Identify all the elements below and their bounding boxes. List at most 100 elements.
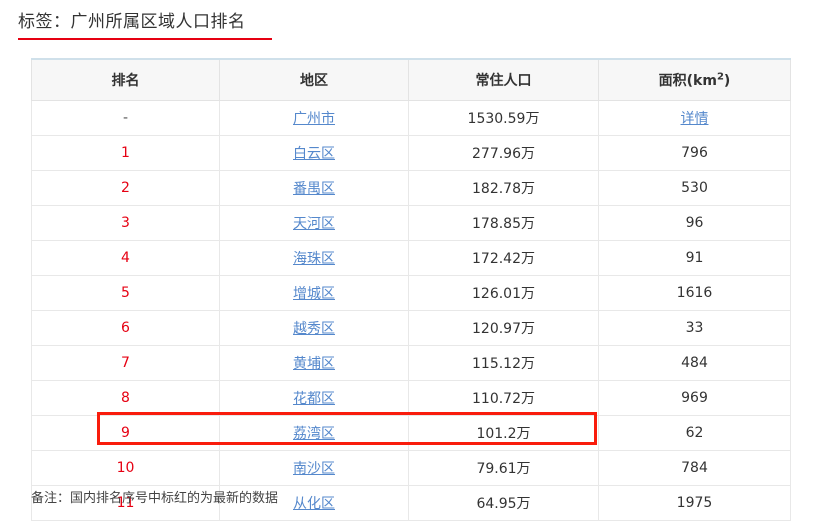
cell-size: 33 xyxy=(598,310,791,346)
cell-population: 120.97万 xyxy=(408,310,599,346)
column-header-size: 面积(km2) xyxy=(598,59,791,101)
column-header-size-tail: ) xyxy=(723,73,731,89)
table-row: 1 白云区 277.96万 796 xyxy=(31,135,791,171)
table-row: 10 南沙区 79.61万 784 xyxy=(31,450,791,486)
population-value: 277.96万 xyxy=(472,146,535,162)
cell-area: 广州市 xyxy=(219,100,409,136)
rank-value: 9 xyxy=(121,425,130,441)
table-row: 3 天河区 178.85万 96 xyxy=(31,205,791,241)
rank-value: 2 xyxy=(121,180,130,196)
cell-rank: 1 xyxy=(31,135,220,171)
column-header-rank: 排名 xyxy=(31,59,220,101)
size-detail-link[interactable]: 详情 xyxy=(681,111,709,127)
size-value: 530 xyxy=(681,180,708,196)
population-value: 126.01万 xyxy=(472,286,535,302)
size-value: 796 xyxy=(681,145,708,161)
area-link[interactable]: 南沙区 xyxy=(293,461,335,477)
cell-population: 182.78万 xyxy=(408,170,599,206)
cell-area: 南沙区 xyxy=(219,450,409,486)
cell-population: 172.42万 xyxy=(408,240,599,276)
area-link[interactable]: 黄埔区 xyxy=(293,356,335,372)
cell-rank: 2 xyxy=(31,170,220,206)
table-row: 2 番禺区 182.78万 530 xyxy=(31,170,791,206)
cell-rank: 9 xyxy=(31,415,220,451)
cell-population: 79.61万 xyxy=(408,450,599,486)
area-link[interactable]: 海珠区 xyxy=(293,251,335,267)
table-row: 9 荔湾区 101.2万 62 xyxy=(31,415,791,451)
table-row: 8 花都区 110.72万 969 xyxy=(31,380,791,416)
cell-size: 91 xyxy=(598,240,791,276)
cell-rank: 5 xyxy=(31,275,220,311)
table-header-row: 排名 地区 常住人口 面积(km2) xyxy=(31,59,791,101)
cell-population: 178.85万 xyxy=(408,205,599,241)
area-link[interactable]: 荔湾区 xyxy=(293,426,335,442)
cell-rank: 7 xyxy=(31,345,220,381)
area-link[interactable]: 白云区 xyxy=(293,146,335,162)
cell-rank: 8 xyxy=(31,380,220,416)
table-row: - 广州市 1530.59万 详情 xyxy=(31,100,791,136)
table-row: 6 越秀区 120.97万 33 xyxy=(31,310,791,346)
area-link[interactable]: 越秀区 xyxy=(293,321,335,337)
cell-area: 白云区 xyxy=(219,135,409,171)
rank-value: 1 xyxy=(121,145,130,161)
population-value: 182.78万 xyxy=(472,181,535,197)
column-header-size-main: 面积(km xyxy=(658,73,717,89)
cell-size: 62 xyxy=(598,415,791,451)
cell-area: 海珠区 xyxy=(219,240,409,276)
population-value: 79.61万 xyxy=(476,461,531,477)
cell-rank: 4 xyxy=(31,240,220,276)
cell-area: 番禺区 xyxy=(219,170,409,206)
rank-value: 5 xyxy=(121,285,130,301)
cell-area: 天河区 xyxy=(219,205,409,241)
rank-value: 3 xyxy=(121,215,130,231)
cell-area: 越秀区 xyxy=(219,310,409,346)
size-value: 784 xyxy=(681,460,708,476)
population-value: 1530.59万 xyxy=(467,111,540,127)
population-value: 115.12万 xyxy=(472,356,535,372)
cell-rank: - xyxy=(31,100,220,136)
area-link[interactable]: 番禺区 xyxy=(293,181,335,197)
cell-rank: 3 xyxy=(31,205,220,241)
population-value: 110.72万 xyxy=(472,391,535,407)
population-value: 120.97万 xyxy=(472,321,535,337)
area-link[interactable]: 增城区 xyxy=(293,286,335,302)
rank-value: 7 xyxy=(121,355,130,371)
size-value: 96 xyxy=(685,215,704,231)
cell-size: 96 xyxy=(598,205,791,241)
cell-population: 1530.59万 xyxy=(408,100,599,136)
cell-size: 969 xyxy=(598,380,791,416)
rank-value: 10 xyxy=(116,460,135,476)
cell-size: 详情 xyxy=(598,100,791,136)
cell-size: 1975 xyxy=(598,485,791,521)
cell-rank: 10 xyxy=(31,450,220,486)
size-value: 1975 xyxy=(676,495,713,511)
population-value: 172.42万 xyxy=(472,251,535,267)
cell-size: 1616 xyxy=(598,275,791,311)
population-value: 178.85万 xyxy=(472,216,535,232)
size-value: 62 xyxy=(685,425,704,441)
population-ranking-table: 排名 地区 常住人口 面积(km2) - 广州市 1530.59万 详情 1 白云区 277… xyxy=(31,58,791,521)
rank-value: 6 xyxy=(121,320,130,336)
area-link[interactable]: 从化区 xyxy=(293,496,335,512)
table-row: 4 海珠区 172.42万 91 xyxy=(31,240,791,276)
table-header: 排名 地区 常住人口 面积(km2) xyxy=(31,59,791,101)
cell-area: 荔湾区 xyxy=(219,415,409,451)
size-value: 1616 xyxy=(676,285,713,301)
area-link[interactable]: 花都区 xyxy=(293,391,335,407)
population-value: 64.95万 xyxy=(476,496,531,512)
page-title: 标签：广州所属区域人口排名 xyxy=(18,12,246,32)
area-link[interactable]: 广州市 xyxy=(293,111,335,127)
cell-area: 黄埔区 xyxy=(219,345,409,381)
column-header-size-superscript: 2 xyxy=(716,71,724,83)
cell-population: 126.01万 xyxy=(408,275,599,311)
table-body: - 广州市 1530.59万 详情 1 白云区 277.96万 796 2 番禺区 182.78万 5… xyxy=(31,100,791,521)
cell-rank: 6 xyxy=(31,310,220,346)
column-header-area: 地区 xyxy=(219,59,409,101)
size-value: 484 xyxy=(681,355,708,371)
area-link[interactable]: 天河区 xyxy=(293,216,335,232)
rank-value: 4 xyxy=(121,250,130,266)
cell-population: 277.96万 xyxy=(408,135,599,171)
table-row: 5 增城区 126.01万 1616 xyxy=(31,275,791,311)
cell-population: 101.2万 xyxy=(408,415,599,451)
cell-size: 484 xyxy=(598,345,791,381)
